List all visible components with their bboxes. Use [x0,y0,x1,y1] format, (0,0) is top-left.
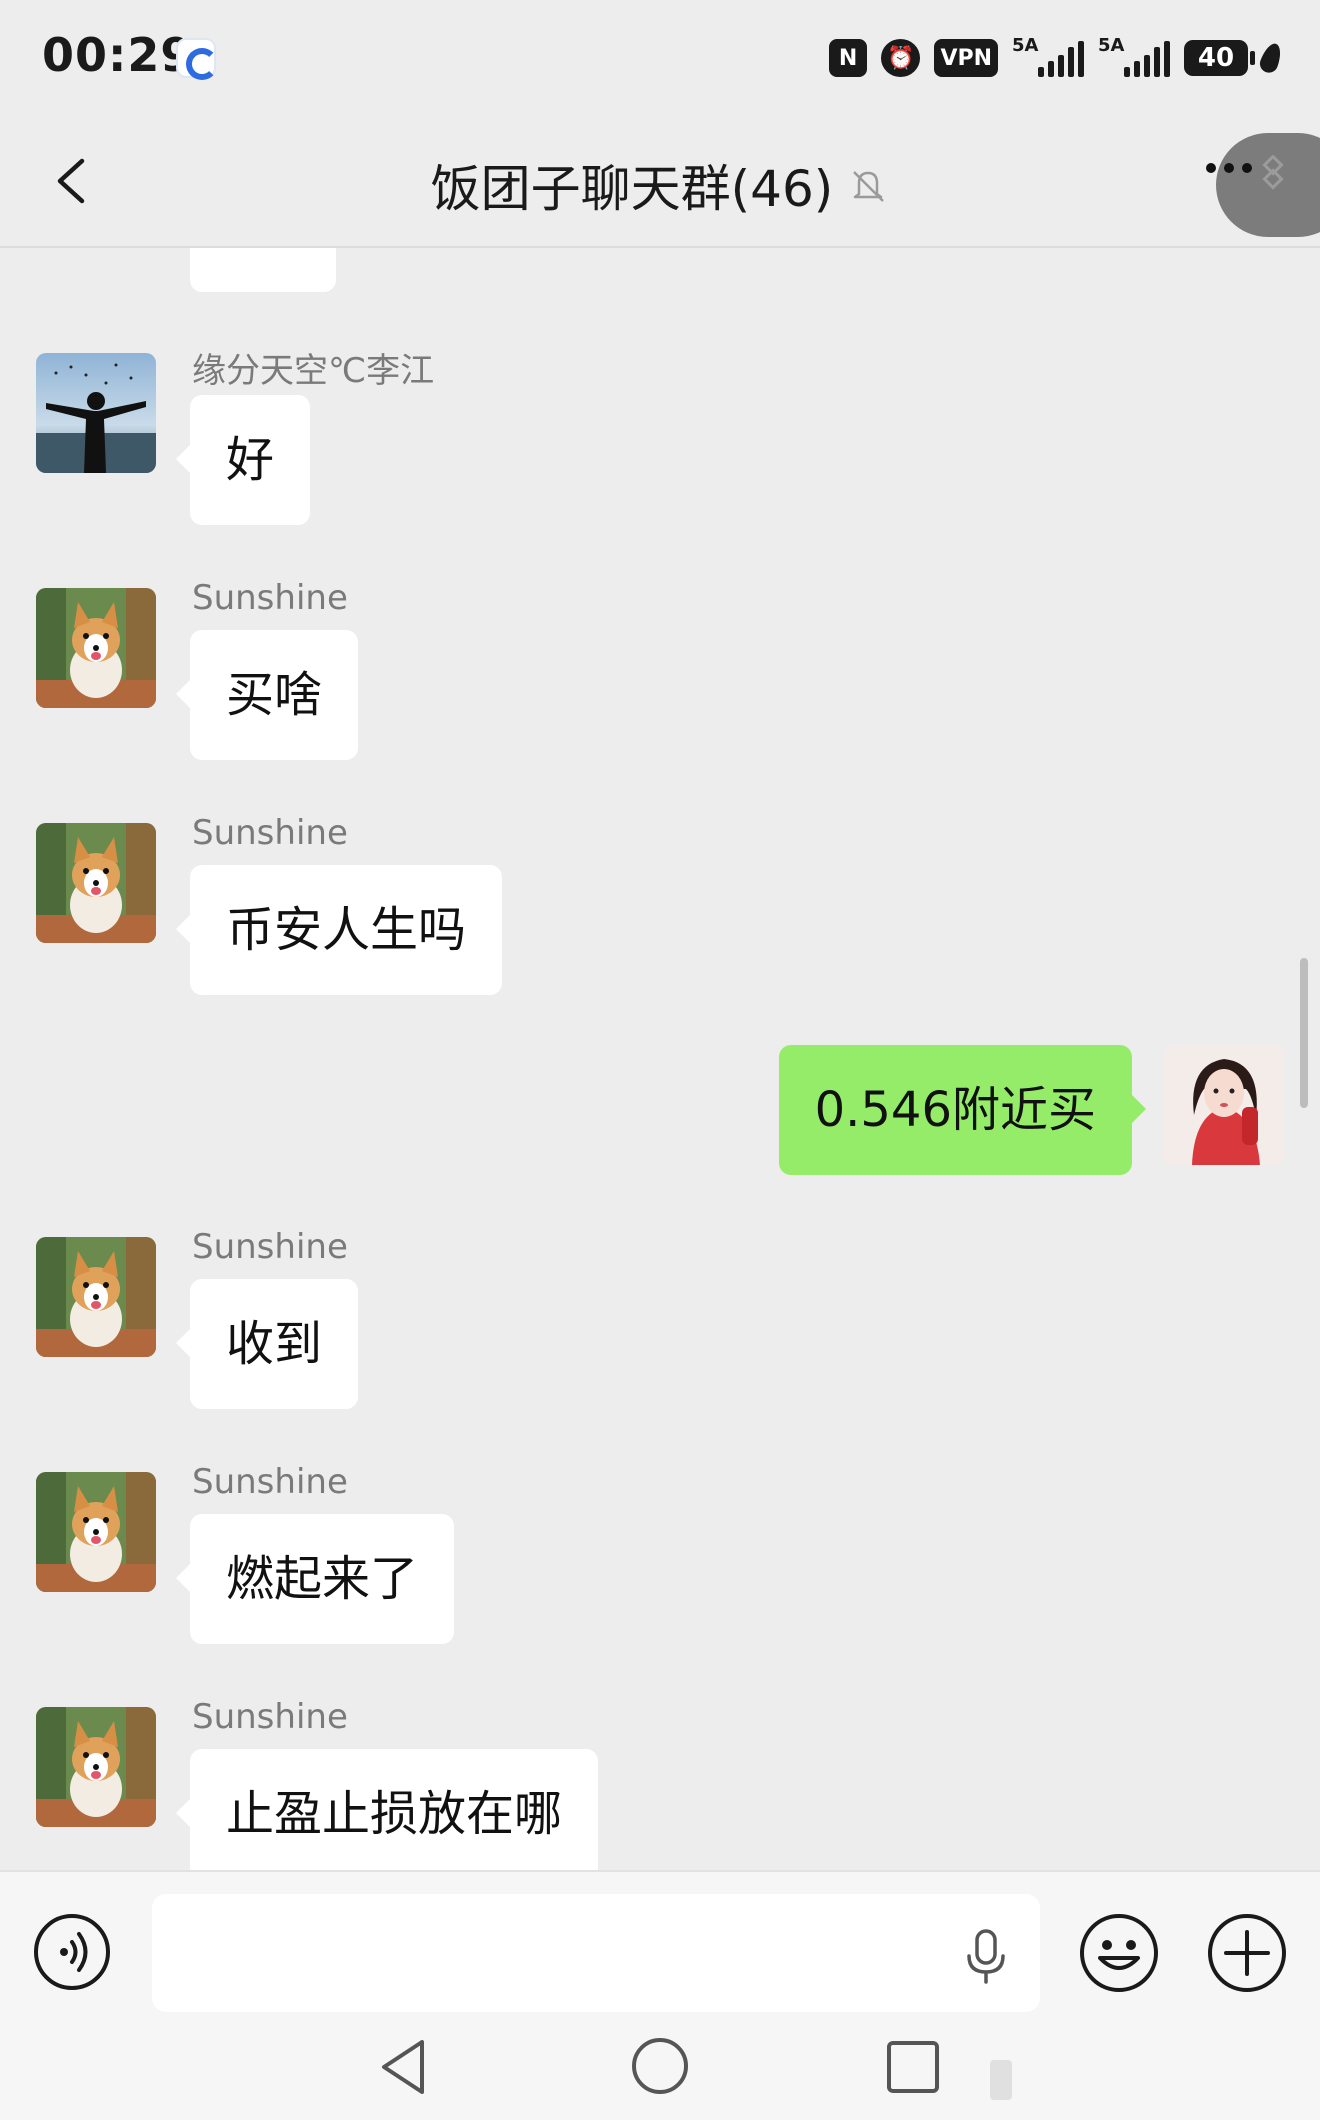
sender-name: Sunshine [192,1227,348,1267]
message-list[interactable]: 缘分天空℃李江 好 Sunshine 买啥 Sunshine 币安人生吗 0.5… [0,248,1320,1870]
binance-icon [1262,155,1284,190]
system-nav-bar [0,2016,1320,2120]
network-label-1: 5A [1012,35,1039,56]
sender-name: Sunshine [192,578,348,618]
battery-icon: 40 [1184,40,1255,76]
status-time: 00:29 [42,28,194,82]
status-icons: N ⏰ VPN 5A 5A 40 [829,30,1285,86]
vpn-icon: VPN [934,39,998,77]
silhouette-avatar[interactable] [36,353,156,473]
input-bar [0,1870,1320,2016]
nav-back-icon[interactable] [376,2036,432,2098]
chat-title[interactable]: 饭团子聊天群(46) [431,149,834,221]
mic-icon[interactable] [962,1928,1010,1986]
message-bubble-own[interactable]: 0.546附近买 [778,1045,1147,1175]
plus-icon[interactable] [1206,1912,1288,1994]
alarm-icon: ⏰ [881,39,921,77]
voice-icon[interactable] [32,1912,112,1992]
signal-icon-2: 5A [1098,35,1170,77]
sender-name: Sunshine [192,1697,348,1737]
sender-name: 缘分天空℃李江 [192,351,435,391]
message-bubble[interactable]: 收到 [175,1279,359,1409]
status-bar: 00:29 N ⏰ VPN 5A 5A 40 [0,0,1320,115]
notification-app-icon [176,38,218,80]
signal-icon-1: 5A [1012,35,1084,77]
corgi-avatar[interactable] [36,1237,156,1357]
partial-message-bubble [190,248,336,292]
more-icon[interactable] [1206,163,1252,173]
nav-home-icon[interactable] [630,2036,690,2096]
scrollbar[interactable] [1300,958,1308,1108]
message-bubble[interactable]: 燃起来了 [175,1514,455,1644]
message-bubble[interactable]: 币安人生吗 [175,865,503,995]
corgi-avatar[interactable] [36,823,156,943]
message-bubble[interactable]: 买啥 [175,630,359,760]
girl-avatar[interactable] [1164,1045,1284,1165]
corgi-avatar[interactable] [36,1472,156,1592]
emoji-icon[interactable] [1078,1912,1160,1994]
nfc-icon: N [829,39,868,77]
corgi-avatar[interactable] [36,588,156,708]
chat-header: 饭团子聊天群(46) [0,115,1320,248]
network-label-2: 5A [1098,35,1125,56]
mute-bell-icon [853,171,885,202]
power-saving-icon [1257,40,1285,76]
side-handle[interactable] [990,2060,1012,2100]
corgi-avatar[interactable] [36,1707,156,1827]
nav-recent-icon[interactable] [884,2038,942,2096]
sender-name: Sunshine [192,1462,348,1502]
message-bubble[interactable]: 止盈止损放在哪 [175,1749,599,1870]
message-input[interactable] [152,1894,1040,2012]
message-bubble[interactable]: 好 [175,395,311,525]
sender-name: Sunshine [192,813,348,853]
